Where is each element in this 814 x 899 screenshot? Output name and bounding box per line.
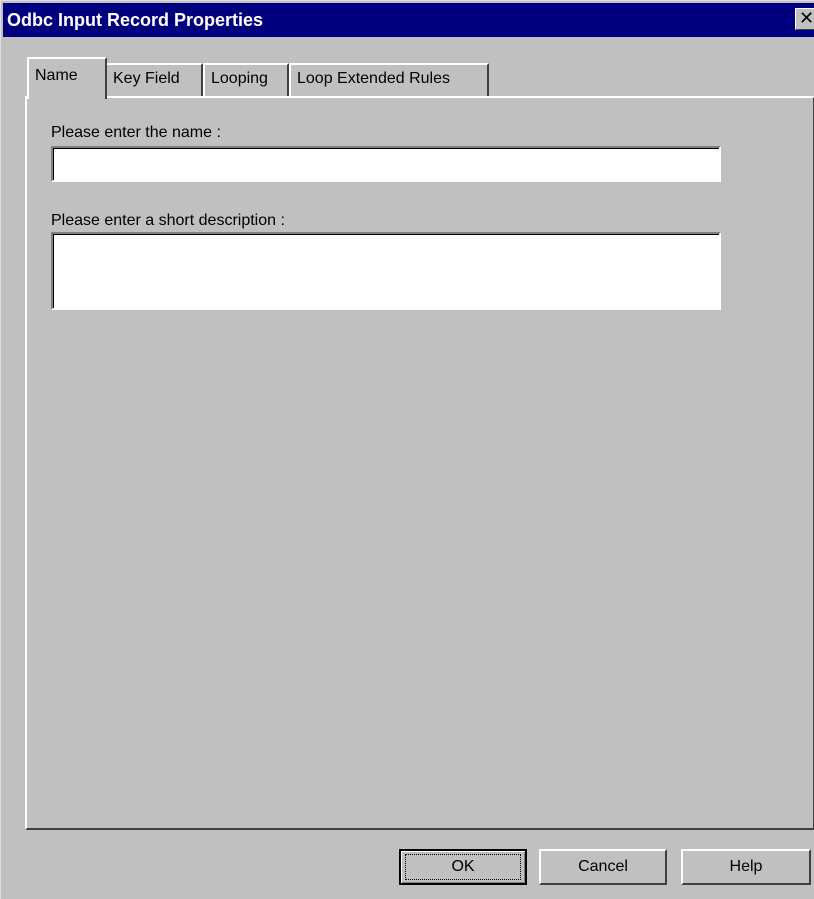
window-title: Odbc Input Record Properties (7, 10, 264, 30)
cancel-button[interactable]: Cancel (539, 849, 667, 885)
close-icon: ✕ (799, 8, 814, 29)
description-label: Please enter a short description : (51, 212, 285, 229)
tab-key-field[interactable]: Key Field (105, 63, 203, 97)
tab-loop-extended-rules-label: Loop Extended Rules (297, 70, 450, 87)
name-input[interactable] (51, 146, 721, 182)
description-input[interactable] (51, 232, 721, 310)
ok-button-label: OK (451, 858, 475, 875)
tab-loop-extended-rules[interactable]: Loop Extended Rules (289, 63, 489, 97)
tab-looping[interactable]: Looping (203, 63, 289, 97)
help-button-label: Help (729, 858, 763, 875)
dialog-window: Odbc Input Record Properties ✕ Name Key … (0, 0, 814, 899)
tab-panel-name: Please enter the name : Please enter a s… (25, 96, 814, 830)
close-button[interactable]: ✕ (795, 8, 814, 30)
name-label: Please enter the name : (51, 124, 221, 141)
tab-looping-label: Looping (211, 70, 268, 87)
help-button[interactable]: Help (681, 849, 811, 885)
title-bar[interactable]: Odbc Input Record Properties ✕ (3, 3, 814, 37)
cancel-button-label: Cancel (578, 858, 628, 875)
tab-name[interactable]: Name (27, 57, 107, 99)
tab-name-label: Name (35, 67, 78, 84)
tab-key-field-label: Key Field (113, 70, 180, 87)
ok-button[interactable]: OK (399, 849, 527, 885)
